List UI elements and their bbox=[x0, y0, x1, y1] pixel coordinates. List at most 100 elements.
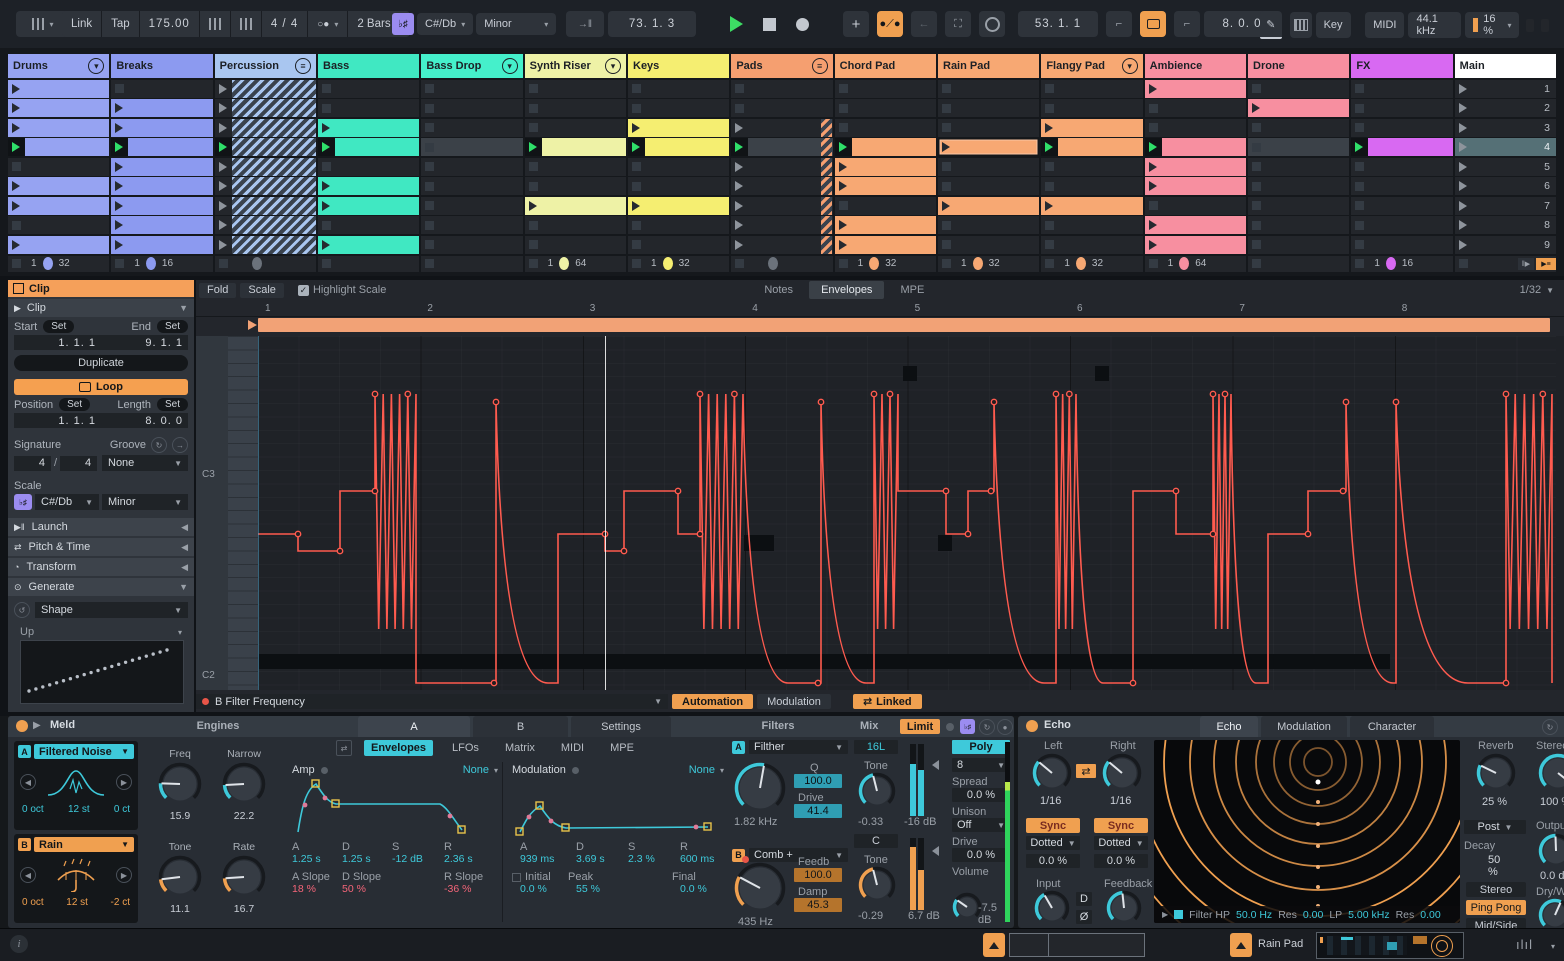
clip-slot[interactable] bbox=[938, 236, 1039, 254]
clip-slot[interactable] bbox=[1145, 158, 1246, 176]
scene-slot-5[interactable]: 5 bbox=[1455, 158, 1556, 176]
shape-preview[interactable] bbox=[20, 640, 184, 704]
automation-arm-button[interactable]: ●⟋● bbox=[877, 11, 903, 37]
clip-slot[interactable] bbox=[1041, 80, 1142, 98]
tab-mpe[interactable]: MPE bbox=[888, 281, 936, 299]
track-stop-cell-chord-pad[interactable]: 132 bbox=[835, 256, 936, 272]
clip-slot[interactable] bbox=[1351, 119, 1452, 137]
mix-b-tone-value[interactable]: -0.29 bbox=[858, 910, 883, 922]
track-stop-cell-fx[interactable]: 116 bbox=[1351, 256, 1452, 272]
clip-slot[interactable] bbox=[421, 197, 522, 215]
stop-all-track-icon[interactable] bbox=[1045, 259, 1054, 268]
track-stop-cell-keys[interactable]: 132 bbox=[628, 256, 729, 272]
stop-all-track-icon[interactable] bbox=[529, 259, 538, 268]
meld-title-bar[interactable]: ▶ Meld Engines A B Settings Filters Mix … bbox=[8, 716, 1014, 737]
stop-slot-icon[interactable] bbox=[1149, 104, 1158, 113]
track-header-percussion[interactable]: Percussion≡ bbox=[215, 54, 316, 78]
clip-slot[interactable] bbox=[1248, 177, 1349, 195]
key-map-button[interactable]: Key bbox=[1316, 12, 1351, 38]
metronome-button[interactable]: ○●▾ bbox=[308, 11, 348, 37]
clip-slot[interactable] bbox=[835, 216, 936, 234]
device-view-toggle[interactable] bbox=[1230, 933, 1252, 957]
reverb-knob[interactable] bbox=[1476, 753, 1516, 796]
stop-slot-icon[interactable] bbox=[1045, 240, 1054, 249]
clip-slot[interactable] bbox=[111, 80, 212, 98]
meld-tab-a[interactable]: A bbox=[358, 716, 470, 737]
clip-slot[interactable] bbox=[1351, 216, 1452, 234]
scene-slot-4[interactable]: 4 bbox=[1455, 138, 1556, 156]
clip-slot[interactable] bbox=[1351, 158, 1452, 176]
reverb-value[interactable]: 25 % bbox=[1482, 796, 1507, 808]
stop-slot-icon[interactable] bbox=[1252, 162, 1261, 171]
amp-decay[interactable]: 1.25 s bbox=[342, 853, 392, 865]
mod-sustain[interactable]: 2.3 % bbox=[628, 853, 680, 865]
clip-slot[interactable] bbox=[938, 99, 1039, 117]
track-stop-cell-bass-drop[interactable] bbox=[421, 256, 522, 272]
punch-in-icon[interactable]: ⌐ bbox=[1106, 11, 1132, 37]
draw-mode-icon[interactable]: ✎ bbox=[1260, 11, 1282, 39]
stop-slot-icon[interactable] bbox=[1252, 221, 1261, 230]
track-header-fx[interactable]: FX bbox=[1351, 54, 1452, 78]
clip-slot[interactable] bbox=[1248, 158, 1349, 176]
grid-setting[interactable]: 1/32▼ bbox=[1520, 284, 1554, 296]
chevron-down-icon[interactable]: ▾ bbox=[1122, 58, 1138, 74]
amp-a-slope[interactable]: 18 % bbox=[292, 883, 342, 895]
clip-slot[interactable] bbox=[215, 138, 316, 156]
stop-slot-icon[interactable] bbox=[425, 201, 434, 210]
scene-slot-2[interactable]: 2 bbox=[1455, 99, 1556, 117]
nudge-down-button[interactable] bbox=[200, 11, 231, 37]
mod-envelope-graph[interactable] bbox=[512, 776, 718, 838]
group-menu-icon[interactable]: ≡ bbox=[295, 58, 311, 74]
clip-slot[interactable] bbox=[525, 236, 626, 254]
clip-slot[interactable] bbox=[525, 216, 626, 234]
stop-slot-icon[interactable] bbox=[1355, 240, 1364, 249]
scene-slot-3[interactable]: 3 bbox=[1455, 119, 1556, 137]
tab-envelopes[interactable]: Envelopes bbox=[809, 281, 884, 299]
tone-knob[interactable] bbox=[158, 855, 202, 902]
clip-slot[interactable] bbox=[111, 158, 212, 176]
clip-root-note-menu[interactable]: C#/Db▼ bbox=[35, 494, 99, 510]
clip-slot[interactable] bbox=[628, 119, 729, 137]
clip-slot[interactable] bbox=[628, 138, 729, 156]
duplicate-button[interactable]: Duplicate bbox=[14, 355, 188, 371]
spread-value[interactable]: 0.0 % bbox=[952, 788, 1010, 802]
track-header-ambience[interactable]: Ambience bbox=[1145, 54, 1246, 78]
stop-slot-icon[interactable] bbox=[1045, 84, 1054, 93]
stop-all-track-icon[interactable] bbox=[322, 259, 331, 268]
groove-menu[interactable]: None▼ bbox=[102, 455, 188, 471]
clip-slot[interactable] bbox=[1145, 119, 1246, 137]
clip-slot[interactable] bbox=[1248, 236, 1349, 254]
echo-tab-modulation[interactable]: Modulation bbox=[1261, 716, 1347, 737]
track-stop-cell-rain-pad[interactable]: 132 bbox=[938, 256, 1039, 272]
stop-slot-icon[interactable] bbox=[1355, 221, 1364, 230]
stop-slot-icon[interactable] bbox=[1045, 221, 1054, 230]
mix-a-fader[interactable] bbox=[910, 744, 930, 816]
punch-out-icon[interactable]: ⌐ bbox=[1174, 11, 1200, 37]
mod-decay[interactable]: 3.69 s bbox=[576, 853, 628, 865]
engine-b-next-icon[interactable]: ▶ bbox=[116, 867, 132, 883]
mode-stereo-button[interactable]: Stereo bbox=[1466, 882, 1526, 897]
filter-expand-icon[interactable]: ▶ bbox=[1162, 910, 1168, 919]
clip-slot[interactable] bbox=[318, 236, 419, 254]
echo-tab-character[interactable]: Character bbox=[1350, 716, 1434, 737]
clip-slot[interactable] bbox=[835, 119, 936, 137]
clip-slot[interactable] bbox=[1145, 177, 1246, 195]
narrow-knob[interactable] bbox=[222, 762, 266, 809]
clip-slot[interactable] bbox=[835, 138, 936, 156]
clip-slot[interactable] bbox=[1145, 138, 1246, 156]
mix-b-tone-knob[interactable] bbox=[858, 866, 896, 907]
computer-midi-keyboard-icon[interactable] bbox=[1290, 12, 1312, 38]
clip-slot[interactable] bbox=[1351, 177, 1452, 195]
clip-slot[interactable] bbox=[525, 119, 626, 137]
clip-length-field[interactable]: 8. 0. 0 bbox=[101, 413, 188, 428]
stop-slot-icon[interactable] bbox=[632, 240, 641, 249]
subtab-mpe[interactable]: MPE bbox=[603, 740, 641, 756]
voice-drive-value[interactable]: 0.0 % bbox=[952, 848, 1010, 862]
clip-slot[interactable] bbox=[318, 197, 419, 215]
tab-notes[interactable]: Notes bbox=[752, 281, 805, 299]
stereo-value[interactable]: 100 % bbox=[1540, 796, 1564, 808]
right-offset-value[interactable]: 0.0 % bbox=[1094, 854, 1148, 868]
stop-slot-icon[interactable] bbox=[839, 123, 848, 132]
mix-a-tone-value[interactable]: -0.33 bbox=[858, 816, 883, 828]
clip-slot[interactable] bbox=[525, 138, 626, 156]
